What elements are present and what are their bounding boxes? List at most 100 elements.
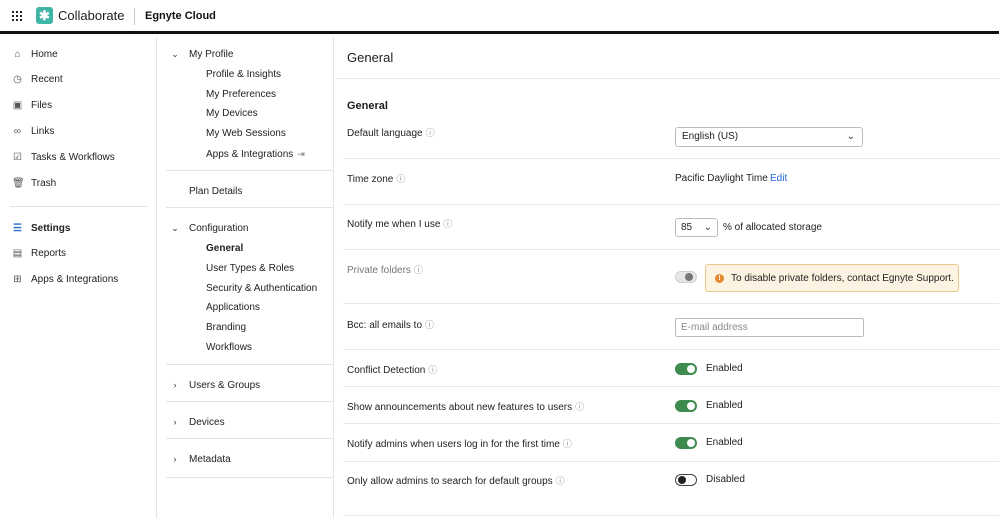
- private-folders-toggle[interactable]: [675, 271, 697, 283]
- subnav-my-preferences[interactable]: My Preferences: [206, 88, 276, 102]
- notify-admins-state: Enabled: [706, 437, 743, 448]
- row-divider: [343, 386, 999, 387]
- chevron-right-icon: ›: [173, 417, 177, 427]
- header-divider: [134, 8, 135, 25]
- subnav-user-types-roles[interactable]: User Types & Roles: [206, 262, 294, 276]
- row-label-text: Default language: [347, 128, 423, 139]
- row-divider: [343, 303, 999, 304]
- time-zone-value: Pacific Daylight Time: [675, 173, 768, 184]
- bcc-email-input[interactable]: [675, 318, 864, 337]
- conflict-detection-label: Conflict Detection ⓘ: [347, 363, 437, 376]
- title-divider: [335, 78, 999, 79]
- toggle-knob: [678, 476, 686, 484]
- default-language-label: Default language ⓘ: [347, 126, 435, 139]
- group-metadata[interactable]: › Metadata: [170, 451, 231, 467]
- page-title: General: [347, 50, 394, 65]
- info-icon[interactable]: ⓘ: [575, 402, 584, 412]
- group-label: Configuration: [189, 222, 249, 234]
- nav-divider: [166, 477, 334, 478]
- app-grid-icon[interactable]: [12, 11, 22, 21]
- task-icon: ☑: [13, 151, 22, 163]
- info-icon[interactable]: ⓘ: [428, 365, 437, 375]
- home-icon: ⌂: [14, 48, 21, 60]
- default-language-select[interactable]: English (US) ⌄: [675, 127, 863, 147]
- clock-icon: ◷: [13, 73, 22, 85]
- subnav-apps-integrations[interactable]: Apps & Integrations ⇥: [206, 147, 305, 161]
- conflict-detection-state: Enabled: [706, 363, 743, 374]
- subnav-my-devices[interactable]: My Devices: [206, 107, 258, 121]
- nav-label: Files: [31, 99, 53, 111]
- group-my-profile[interactable]: ⌄ My Profile: [170, 46, 233, 62]
- group-label: Metadata: [189, 453, 231, 465]
- conflict-detection-toggle[interactable]: [675, 363, 697, 375]
- nav-divider: [166, 207, 334, 208]
- collaborate-logo-icon: ✱: [36, 7, 53, 24]
- toggle-knob: [685, 273, 693, 281]
- admin-search-toggle[interactable]: [675, 474, 697, 486]
- info-icon[interactable]: ⓘ: [426, 128, 435, 138]
- left-nav: ⌂ Home ◷ Recent ▣ Files ∞ Links ☑ Tasks …: [0, 37, 157, 518]
- row-label-text: Only allow admins to search for default …: [347, 476, 553, 487]
- nav-item-home[interactable]: ⌂ Home: [12, 46, 57, 62]
- nav-divider: [166, 364, 334, 365]
- row-divider: [343, 349, 999, 350]
- nav-item-recent[interactable]: ◷ Recent: [12, 71, 63, 87]
- nav-item-tasks[interactable]: ☑ Tasks & Workflows: [12, 149, 115, 165]
- row-divider: [343, 204, 999, 205]
- notify-storage-label: Notify me when I use ⓘ: [347, 217, 452, 230]
- nav-item-settings[interactable]: ☰ Settings: [12, 220, 70, 236]
- group-users-groups[interactable]: › Users & Groups: [170, 377, 261, 393]
- subnav-general[interactable]: General: [206, 242, 243, 256]
- chevron-down-icon: ⌄: [171, 48, 179, 59]
- nav-plan-details[interactable]: Plan Details: [189, 183, 242, 199]
- row-divider: [343, 461, 999, 462]
- notify-admins-toggle[interactable]: [675, 437, 697, 449]
- group-label: Devices: [189, 416, 225, 428]
- group-devices[interactable]: › Devices: [170, 414, 225, 430]
- group-label: My Profile: [189, 48, 234, 60]
- chevron-down-icon: ⌄: [846, 131, 855, 142]
- subnav-my-web-sessions[interactable]: My Web Sessions: [206, 127, 286, 141]
- info-icon[interactable]: ⓘ: [443, 219, 452, 229]
- announcements-toggle[interactable]: [675, 400, 697, 412]
- nav-item-files[interactable]: ▣ Files: [12, 97, 52, 113]
- admin-search-state: Disabled: [706, 474, 745, 485]
- nav-item-apps[interactable]: ⊞ Apps & Integrations: [12, 271, 118, 287]
- app-name: Collaborate: [58, 8, 125, 23]
- admin-search-label: Only allow admins to search for default …: [347, 474, 565, 487]
- info-icon[interactable]: ⓘ: [425, 320, 434, 330]
- info-icon[interactable]: ⓘ: [414, 265, 423, 275]
- subnav-label: Apps & Integrations: [206, 149, 294, 160]
- nav-item-links[interactable]: ∞ Links: [12, 123, 54, 139]
- info-icon[interactable]: ⓘ: [563, 439, 572, 449]
- private-folders-warning: ! To disable private folders, contact Eg…: [705, 264, 959, 292]
- subnav-branding[interactable]: Branding: [206, 321, 246, 335]
- row-label-text: Bcc: all emails to: [347, 320, 423, 331]
- nav-item-trash[interactable]: 🗑 Trash: [12, 175, 56, 191]
- nav-label: Recent: [31, 73, 63, 85]
- settings-icon: ☰: [13, 222, 22, 234]
- subnav-security-authentication[interactable]: Security & Authentication: [206, 282, 317, 296]
- row-label-text: Private folders: [347, 265, 411, 276]
- storage-threshold-select[interactable]: 85 ⌄: [675, 218, 718, 237]
- info-icon[interactable]: ⓘ: [556, 476, 565, 486]
- nav-label: Settings: [31, 222, 71, 234]
- toggle-knob: [687, 365, 695, 373]
- subnav-applications[interactable]: Applications: [206, 301, 260, 315]
- announcements-label: Show announcements about new features to…: [347, 400, 584, 413]
- info-icon[interactable]: ⓘ: [396, 174, 405, 184]
- section-title: General: [347, 100, 388, 112]
- time-zone-edit-link[interactable]: Edit: [770, 173, 787, 184]
- row-label-text: Conflict Detection: [347, 365, 426, 376]
- subnav-workflows[interactable]: Workflows: [206, 341, 252, 355]
- nav-label: Apps & Integrations: [31, 273, 119, 285]
- nav-label: Links: [31, 125, 55, 137]
- chevron-right-icon: ›: [173, 454, 177, 464]
- nav-item-reports[interactable]: ▤ Reports: [12, 245, 66, 261]
- nav-divider: [166, 438, 334, 439]
- bcc-label: Bcc: all emails to ⓘ: [347, 318, 434, 331]
- external-link-icon: ⇥: [297, 149, 305, 159]
- nav-divider: [10, 206, 148, 207]
- subnav-profile-insights[interactable]: Profile & Insights: [206, 68, 281, 82]
- group-configuration[interactable]: ⌄ Configuration: [170, 220, 248, 236]
